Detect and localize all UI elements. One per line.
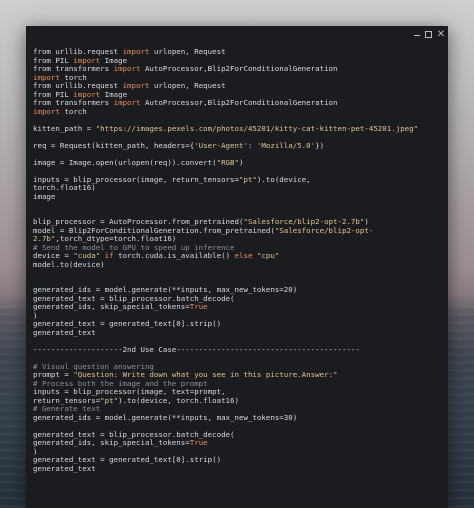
code-keyword: import — [109, 98, 145, 107]
code-token: ) — [238, 157, 244, 167]
code-token: image = Image.open(urlopen(req)).convert… — [33, 157, 217, 167]
code-line: req = Request(kitten_path, headers={'Use… — [33, 140, 444, 151]
close-icon[interactable]: ✕ — [436, 30, 446, 40]
code-token: generated_ids = model.generate(**inputs,… — [33, 412, 298, 422]
code-line: image = Image.open(urlopen(req)).convert… — [33, 157, 444, 168]
code-line: model.to(device) — [33, 259, 444, 270]
code-token: : — [247, 140, 257, 150]
code-token: generated_text — [33, 327, 96, 337]
code-line: image — [33, 191, 444, 202]
code-token: AutoProcessor,Blip2ForConditionalGenerat… — [144, 98, 338, 107]
code-string: "pt" — [100, 395, 119, 405]
code-string: "https://images.pexels.com/photos/45201/… — [95, 123, 419, 133]
code-token: AutoProcessor,Blip2ForConditionalGenerat… — [144, 64, 338, 73]
minimize-icon[interactable] — [412, 30, 422, 40]
code-line: generated_ids, skip_special_tokens=True — [33, 438, 444, 448]
code-line: kitten_path = "https://images.pexels.com… — [33, 123, 444, 134]
code-line: generated_ids = model.generate(**inputs,… — [33, 412, 444, 423]
code-string: 'Mozilla/5.0' — [256, 140, 316, 150]
code-string: "pt" — [238, 174, 257, 184]
window-titlebar[interactable]: ✕ — [26, 26, 448, 46]
code-keyword: True — [189, 302, 208, 311]
code-token: urlopen, Request — [153, 81, 226, 90]
code-token: ).to(device, torch.float16) — [118, 395, 239, 405]
code-editor[interactable]: from urllib.request import urlopen, Requ… — [33, 48, 444, 508]
code-line: generated_text — [33, 463, 444, 474]
code-token: model.to(device) — [33, 259, 105, 269]
code-line: generated_text — [33, 327, 444, 338]
code-token: kitten_path = — [33, 123, 96, 133]
code-token: urlopen, Request — [153, 48, 226, 56]
code-line: generated_ids, skip_special_tokens=True — [33, 302, 444, 312]
code-line: torch.float16) — [33, 183, 444, 193]
code-keyword: True — [189, 438, 208, 447]
code-line: import torch — [33, 106, 444, 117]
code-string: "cpu" — [256, 251, 280, 260]
code-line: from transformers import AutoProcessor,B… — [33, 64, 444, 74]
code-keyword: import — [109, 64, 145, 73]
code-string: "Salesforce/blip2-opt- — [274, 225, 374, 235]
code-token: generated_ids, skip_special_tokens= — [33, 438, 190, 447]
code-line: from transformers import AutoProcessor,B… — [33, 98, 444, 108]
code-window[interactable]: ✕ from urllib.request import urlopen, Re… — [26, 26, 448, 508]
code-token: generated_text — [33, 463, 96, 473]
code-token: torch — [64, 106, 87, 116]
maximize-icon[interactable] — [424, 30, 434, 40]
code-token: }) — [315, 140, 325, 150]
code-token: generated_ids, skip_special_tokens= — [33, 302, 190, 311]
code-token: torch.cuda.is_available() — [118, 251, 235, 260]
code-token: image — [33, 191, 56, 201]
code-token: --------------------2nd Use Case--------… — [33, 344, 360, 354]
code-line: --------------------2nd Use Case--------… — [33, 344, 444, 355]
code-token: req = Request(kitten_path, headers={ — [33, 140, 195, 150]
code-string: 'User-Agent' — [194, 140, 248, 150]
code-string: "RGB" — [216, 157, 239, 167]
code-token: ).to(device, — [256, 174, 311, 184]
code-keyword: else — [234, 251, 253, 260]
code-keyword: import — [33, 106, 65, 116]
